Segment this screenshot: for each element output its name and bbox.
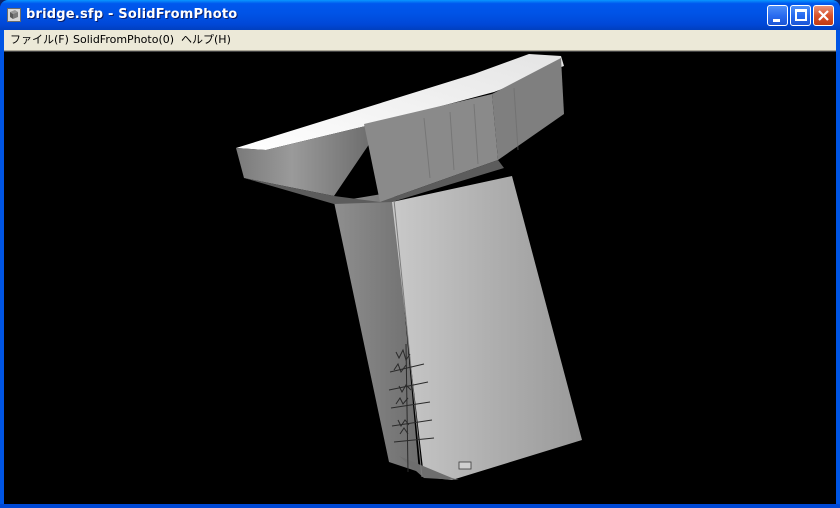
title-bar[interactable]: bridge.sfp - SolidFromPhoto xyxy=(0,0,840,30)
maximize-icon xyxy=(795,9,807,21)
menu-file[interactable]: ファイル(F) xyxy=(6,30,73,50)
application-window: bridge.sfp - SolidFromPhoto ファイル(F) Soli… xyxy=(0,0,840,508)
minimize-button[interactable] xyxy=(767,5,788,26)
maximize-button[interactable] xyxy=(790,5,811,26)
menu-solidfromphoto[interactable]: SolidFromPhoto(0) xyxy=(69,30,178,50)
pier-column-front-face xyxy=(392,176,582,480)
window-frame-right xyxy=(836,30,840,508)
3d-viewport[interactable] xyxy=(4,51,836,504)
app-icon[interactable] xyxy=(7,8,21,22)
close-icon xyxy=(818,10,829,21)
minimize-icon xyxy=(773,19,780,22)
close-button[interactable] xyxy=(813,5,834,26)
window-title: bridge.sfp - SolidFromPhoto xyxy=(26,7,238,22)
menu-help[interactable]: ヘルプ(H) xyxy=(177,30,235,50)
menu-bar: ファイル(F) SolidFromPhoto(0) ヘルプ(H) xyxy=(4,30,836,50)
3d-bridge-pier-model[interactable] xyxy=(4,52,836,505)
